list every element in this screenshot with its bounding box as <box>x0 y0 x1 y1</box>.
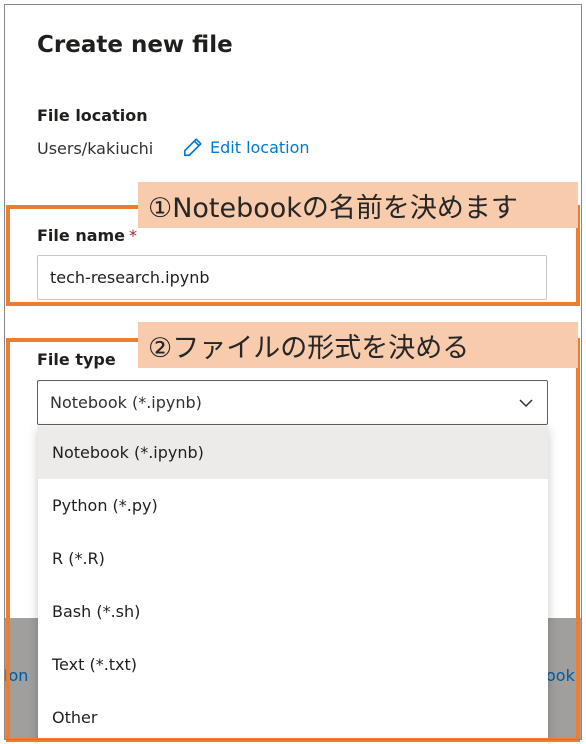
callout-file-type: ②ファイルの形式を決める <box>138 322 578 368</box>
edit-location-link[interactable]: Edit location <box>182 136 310 158</box>
location-path: Users/kakiuchi <box>37 139 154 158</box>
callout-file-name: ①Notebookの名前を決めます <box>138 182 578 228</box>
pencil-icon <box>183 138 202 157</box>
panel-title: Create new file <box>37 32 233 58</box>
edit-location-label: Edit location <box>210 137 310 157</box>
highlight-file-type <box>6 338 580 742</box>
file-location-label: File location <box>37 106 148 125</box>
